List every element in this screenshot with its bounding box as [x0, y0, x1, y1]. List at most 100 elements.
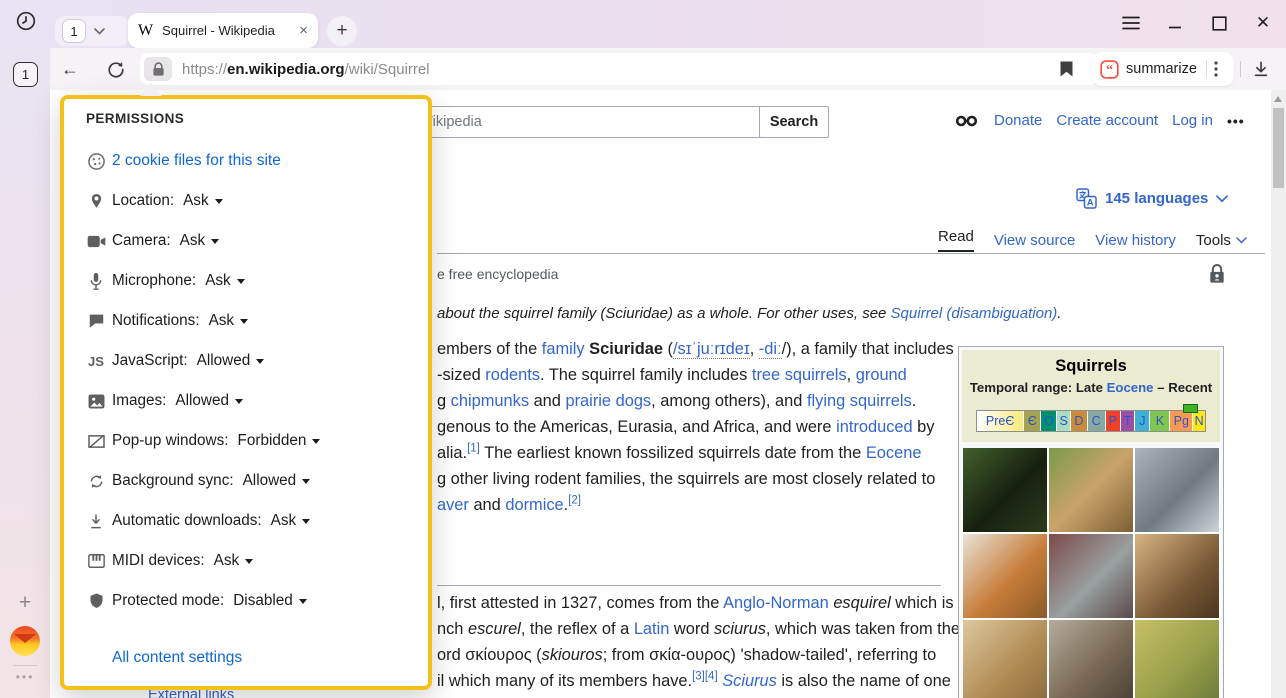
timescale-segment[interactable]: S — [1057, 411, 1071, 431]
wiki-search-button[interactable]: Search — [759, 106, 829, 138]
timescale-segment[interactable]: T — [1121, 411, 1135, 431]
tab-read[interactable]: Read — [938, 228, 974, 252]
tab-view-source[interactable]: View source — [994, 232, 1075, 249]
wiki-link[interactable]: /sɪˈjuːrɪdeɪ — [673, 340, 750, 359]
timescale-segment[interactable]: O — [1041, 411, 1057, 431]
permission-dropdown[interactable]: Ask — [214, 552, 254, 570]
tab-tools[interactable]: Tools — [1196, 232, 1247, 249]
wiki-link[interactable]: dormice — [505, 496, 563, 514]
permission-dropdown[interactable]: Ask — [183, 192, 223, 210]
wiki-link[interactable]: Anglo-Norman — [723, 594, 829, 612]
text-segment: embers of the — [437, 340, 542, 358]
donate-link[interactable]: Donate — [994, 112, 1042, 129]
permission-value: Disabled — [233, 592, 293, 610]
cookie-files-link[interactable]: 2 cookie files for this site — [112, 152, 281, 170]
tab-close-icon[interactable]: × — [299, 22, 308, 39]
kebab-menu-icon[interactable] — [1214, 61, 1218, 77]
permission-dropdown[interactable]: Disabled — [233, 592, 307, 610]
timescale-segment[interactable]: PreЄ — [977, 411, 1024, 431]
maximize-icon[interactable] — [1207, 11, 1231, 35]
back-icon[interactable]: ← — [57, 56, 83, 82]
hatnote: about the squirrel family (Sciuridae) as… — [437, 305, 1061, 322]
timescale-segment[interactable]: D — [1071, 411, 1088, 431]
wiki-link[interactable]: ground — [856, 366, 907, 384]
tab-view-history[interactable]: View history — [1095, 232, 1176, 249]
cookies-row[interactable]: 2 cookie files for this site — [86, 152, 406, 170]
wiki-link[interactable]: Eocene — [866, 444, 922, 462]
summarize-button[interactable]: “ summarize — [1092, 52, 1234, 86]
squirrel-photo-grid — [962, 448, 1220, 698]
log-in-link[interactable]: Log in — [1172, 112, 1213, 129]
reload-icon[interactable] — [102, 56, 128, 82]
wiki-link[interactable]: [3][4] — [692, 671, 718, 683]
squirrel-photo[interactable] — [963, 620, 1047, 698]
wiki-link[interactable]: -diː — [759, 340, 782, 359]
all-content-settings-link[interactable]: All content settings — [112, 649, 242, 667]
wikipedia-favicon: W — [138, 22, 153, 40]
menu-hamburger-icon[interactable] — [1119, 11, 1143, 35]
wiki-link[interactable]: [1] — [467, 443, 480, 455]
glasses-icon[interactable] — [955, 115, 980, 127]
page-protected-icon[interactable] — [1207, 260, 1227, 287]
permission-dropdown[interactable]: Ask — [271, 512, 311, 530]
wiki-link[interactable]: family — [542, 340, 585, 358]
wiki-link[interactable]: Latin — [634, 620, 670, 638]
downloads-icon[interactable] — [1248, 56, 1274, 82]
page-scrollbar[interactable] — [1271, 90, 1286, 698]
timescale-segment[interactable]: N — [1193, 411, 1205, 431]
more-options-icon[interactable]: ••• — [1227, 113, 1245, 129]
text-segment: is also the name of one — [777, 672, 951, 690]
browser-tab[interactable]: W Squirrel - Wikipedia × — [128, 13, 318, 48]
bookmark-flag-icon[interactable] — [1053, 57, 1079, 81]
permission-dropdown[interactable]: Ask — [205, 272, 245, 290]
wiki-link[interactable]: rodents — [485, 366, 540, 384]
permission-dropdown[interactable]: Allowed — [175, 392, 243, 410]
chevron-down-icon — [1216, 195, 1228, 203]
wiki-link[interactable]: chipmunks — [451, 392, 529, 410]
scrollbar-thumb[interactable] — [1273, 108, 1284, 188]
permission-dropdown[interactable]: Allowed — [197, 352, 265, 370]
wiki-link[interactable]: flying squirrels — [807, 392, 912, 410]
create-account-link[interactable]: Create account — [1056, 112, 1158, 129]
sidebar-more-icon[interactable]: ••• — [11, 670, 39, 684]
squirrel-photo[interactable] — [963, 448, 1047, 532]
wiki-link[interactable]: aver — [437, 496, 469, 514]
timescale-segment[interactable]: J — [1135, 411, 1150, 431]
history-clock-icon[interactable] — [13, 8, 39, 34]
permission-dropdown[interactable]: Ask — [209, 312, 249, 330]
languages-button[interactable]: A 145 languages — [1076, 188, 1228, 209]
wiki-link[interactable]: Sciurus — [722, 672, 777, 690]
sidebar-tab-counter[interactable]: 1 — [13, 62, 38, 87]
wiki-link[interactable]: tree squirrels — [752, 366, 847, 384]
permission-dropdown[interactable]: Allowed — [243, 472, 311, 490]
timescale-segment[interactable]: C — [1088, 411, 1106, 431]
close-window-icon[interactable]: ✕ — [1251, 11, 1275, 35]
yandex-mail-icon[interactable] — [10, 626, 40, 656]
wiki-link[interactable]: [2] — [568, 495, 581, 507]
address-bar[interactable]: https://en.wikipedia.org/wiki/Squirrel — [140, 53, 1098, 85]
wiki-link[interactable]: introduced — [836, 418, 913, 436]
permission-dropdown[interactable]: Ask — [180, 232, 220, 250]
permission-dropdown[interactable]: Forbidden — [238, 432, 321, 450]
squirrel-photo[interactable] — [963, 534, 1047, 618]
text-segment: g other living rodent families, the squi… — [437, 470, 935, 488]
wiki-link[interactable]: Eocene — [1107, 380, 1154, 395]
tab-group-button[interactable]: 1 — [55, 16, 129, 46]
squirrel-photo[interactable] — [1049, 448, 1133, 532]
site-lock-badge[interactable] — [144, 57, 172, 81]
squirrel-photo[interactable] — [1135, 448, 1219, 532]
new-tab-button[interactable]: + — [327, 16, 357, 46]
timescale-segment[interactable]: Є — [1024, 411, 1041, 431]
squirrel-photo[interactable] — [1135, 534, 1219, 618]
squirrel-photo[interactable] — [1049, 620, 1133, 698]
squirrel-photo[interactable] — [1049, 534, 1133, 618]
sidebar-add-icon[interactable]: + — [12, 590, 38, 616]
scroll-up-icon[interactable] — [1274, 96, 1282, 102]
wiki-link[interactable]: prairie dogs — [565, 392, 651, 410]
timescale-segment[interactable]: K — [1150, 411, 1170, 431]
timescale-segment[interactable]: P — [1106, 411, 1121, 431]
minimize-icon[interactable] — [1163, 11, 1187, 35]
squirrel-photo[interactable] — [1135, 620, 1219, 698]
wiki-link[interactable]: Squirrel (disambiguation) — [891, 305, 1058, 322]
timescale-segment[interactable]: Pg — [1170, 411, 1193, 431]
